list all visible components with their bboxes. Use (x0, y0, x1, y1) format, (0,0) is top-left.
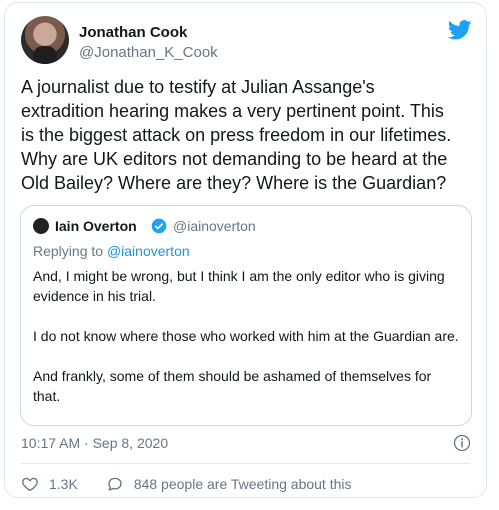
quoted-paragraph: And frankly, some of them should be asha… (33, 368, 432, 404)
replying-to: Replying to @iainoverton (33, 242, 190, 260)
quoted-paragraph: And, I might be wrong, but I think I am … (33, 268, 445, 304)
tweet-card[interactable]: Jonathan Cook @Jonathan_K_Cook A journal… (4, 2, 487, 498)
divider (21, 463, 470, 464)
tweeting-about-link[interactable]: 848 people are Tweeting about this (106, 474, 352, 494)
tweet-timestamp[interactable]: 10:17 AM · Sep 8, 2020 (21, 434, 168, 452)
tweet-text: A journalist due to testify at Julian As… (21, 77, 452, 193)
like-count: 1.3K (49, 476, 78, 492)
twitter-bird-icon[interactable] (448, 19, 472, 41)
replying-to-prefix: Replying to (33, 243, 107, 259)
replying-to-mention[interactable]: @iainoverton (107, 243, 190, 259)
quoted-tweet[interactable]: Iain Overton @iainoverton Replying to @i… (20, 205, 472, 426)
verified-badge-icon (151, 218, 167, 234)
tweeting-about-text: 848 people are Tweeting about this (133, 476, 352, 492)
speech-bubble-icon (108, 477, 122, 491)
quoted-paragraph: I do not know where those who worked wit… (33, 328, 459, 344)
heart-icon (22, 477, 38, 492)
quoted-tweet-text: And, I might be wrong, but I think I am … (33, 266, 461, 426)
author-name[interactable]: Jonathan Cook (79, 24, 187, 42)
info-icon[interactable] (453, 434, 471, 452)
author-avatar[interactable] (21, 16, 69, 64)
quoted-author-name: Iain Overton (55, 218, 137, 234)
author-handle[interactable]: @Jonathan_K_Cook (79, 44, 218, 62)
quoted-author-avatar (33, 218, 49, 234)
quoted-author-handle: @iainoverton (173, 218, 256, 234)
like-button[interactable]: 1.3K (21, 474, 78, 494)
action-bar: 1.3K 848 people are Tweeting about this (21, 474, 352, 494)
